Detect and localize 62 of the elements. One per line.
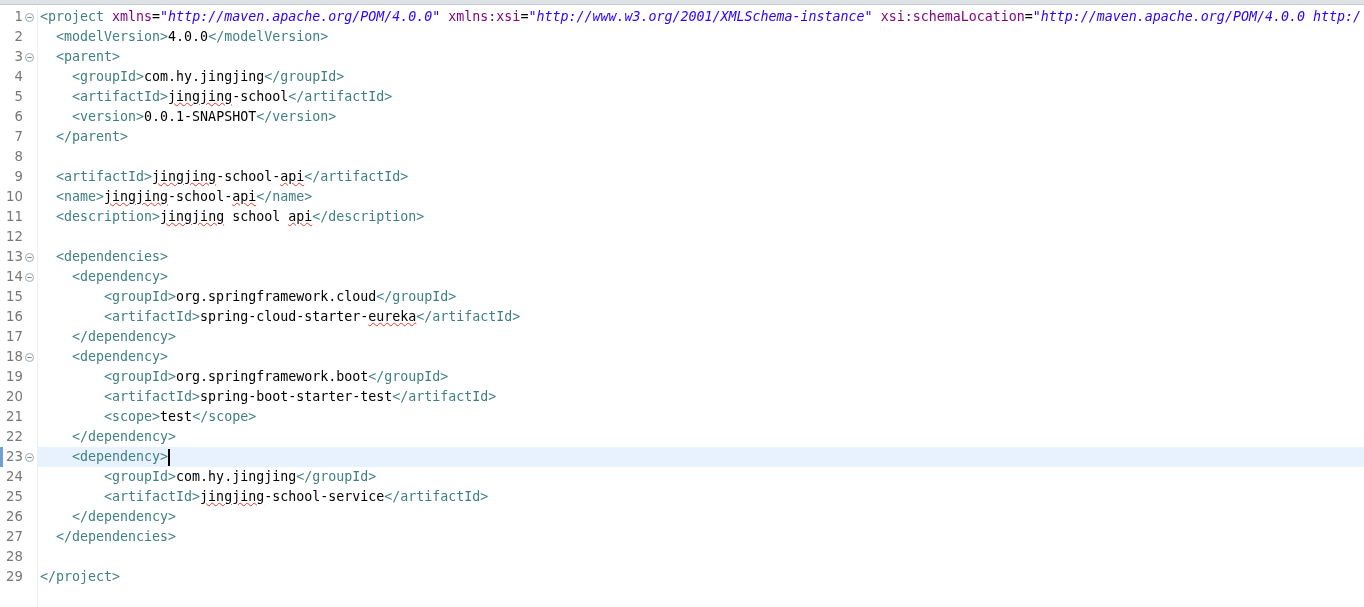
code-line: <groupId>org.springframework.boot</groupId> xyxy=(103,368,449,386)
code-line: <name>jingjing-school-api</name> xyxy=(55,188,313,206)
line-number: 12 xyxy=(5,228,23,247)
code-line: <scope>test</scope> xyxy=(103,408,257,426)
line-number: 23 xyxy=(5,448,23,467)
code-line: <artifactId>spring-boot-starter-test</artifactId> xyxy=(103,388,497,406)
line-number: 3 xyxy=(13,48,23,67)
line-number: 15 xyxy=(5,288,23,307)
code-line: </dependency> xyxy=(71,328,177,346)
line-number: 6 xyxy=(13,108,23,127)
line-number: 21 xyxy=(5,408,23,427)
collapse-icon[interactable] xyxy=(25,252,34,262)
code-line: <dependencies> xyxy=(55,248,169,266)
code-line: <dependency> xyxy=(71,348,169,366)
collapse-icon[interactable] xyxy=(25,452,34,462)
code-line: <dependency> xyxy=(71,268,169,286)
line-number: 7 xyxy=(13,128,23,147)
text-cursor xyxy=(168,448,171,466)
line-number: 24 xyxy=(5,468,23,487)
line-number: 20 xyxy=(5,388,23,407)
code-line: <artifactId>jingjing-school-api</artifactId> xyxy=(55,168,409,186)
collapse-icon[interactable] xyxy=(25,52,34,62)
line-number: 27 xyxy=(5,528,23,547)
line-number: 4 xyxy=(13,68,23,87)
line-number: 9 xyxy=(13,168,23,187)
collapse-icon[interactable] xyxy=(25,272,34,282)
line-number: 16 xyxy=(5,308,23,327)
code-line: <artifactId>spring-cloud-starter-eureka</artifactId> xyxy=(103,308,521,326)
collapse-icon[interactable] xyxy=(25,12,34,22)
code-line: </project> xyxy=(39,568,121,586)
code-line: <version>0.0.1-SNAPSHOT</version> xyxy=(71,108,337,126)
code-line: </dependency> xyxy=(71,428,177,446)
code-line: <modelVersion>4.0.0</modelVersion> xyxy=(55,28,329,46)
line-number: 10 xyxy=(5,188,23,207)
code-line: <groupId>com.hy.jingjing</groupId> xyxy=(71,68,345,86)
line-number: 5 xyxy=(13,88,23,107)
line-number: 8 xyxy=(13,148,23,167)
collapse-icon[interactable] xyxy=(25,352,34,362)
line-number: 25 xyxy=(5,488,23,507)
code-line: <groupId>org.springframework.cloud</groupId> xyxy=(103,288,457,306)
line-number: 14 xyxy=(5,268,23,287)
line-number: 18 xyxy=(5,348,23,367)
line-number: 29 xyxy=(5,568,23,587)
code-line: <artifactId>jingjing-school</artifactId> xyxy=(71,88,393,106)
line-number: 26 xyxy=(5,508,23,527)
line-number: 28 xyxy=(5,548,23,567)
code-line: <artifactId>jingjing-school-service</artifactId> xyxy=(103,488,489,506)
line-number: 11 xyxy=(5,208,23,227)
code-line: <project xmlns="http://maven.apache.org/POM/4.0.0" xmlns:xsi="http://www.w3.org/2001/XMLSchema-instance" xsi:schemaLocation="http://maven.apache.org/POM/4.0.0 http:/ xyxy=(39,8,1361,26)
line-number: 17 xyxy=(5,328,23,347)
line-number: 22 xyxy=(5,428,23,447)
code-line: <groupId>com.hy.jingjing</groupId> xyxy=(103,468,377,486)
code-line: </parent> xyxy=(55,128,129,146)
line-number: 2 xyxy=(13,28,23,47)
code-line: </dependencies> xyxy=(55,528,177,546)
code-line: <description>jingjing school api</description> xyxy=(55,208,425,226)
code-line: </dependency> xyxy=(71,508,177,526)
line-number: 19 xyxy=(5,368,23,387)
code-line: <dependency> xyxy=(71,448,169,466)
code-line: <parent> xyxy=(55,48,121,66)
line-number: 1 xyxy=(13,8,23,27)
line-number: 13 xyxy=(5,248,23,267)
